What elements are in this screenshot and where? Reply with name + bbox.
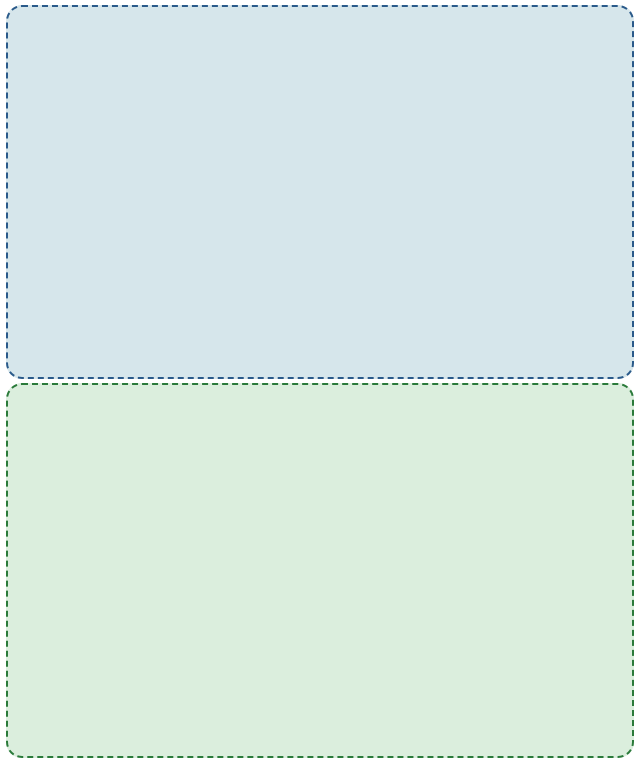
panel-real-valued xyxy=(6,5,634,379)
panel-quaternion xyxy=(6,383,634,758)
